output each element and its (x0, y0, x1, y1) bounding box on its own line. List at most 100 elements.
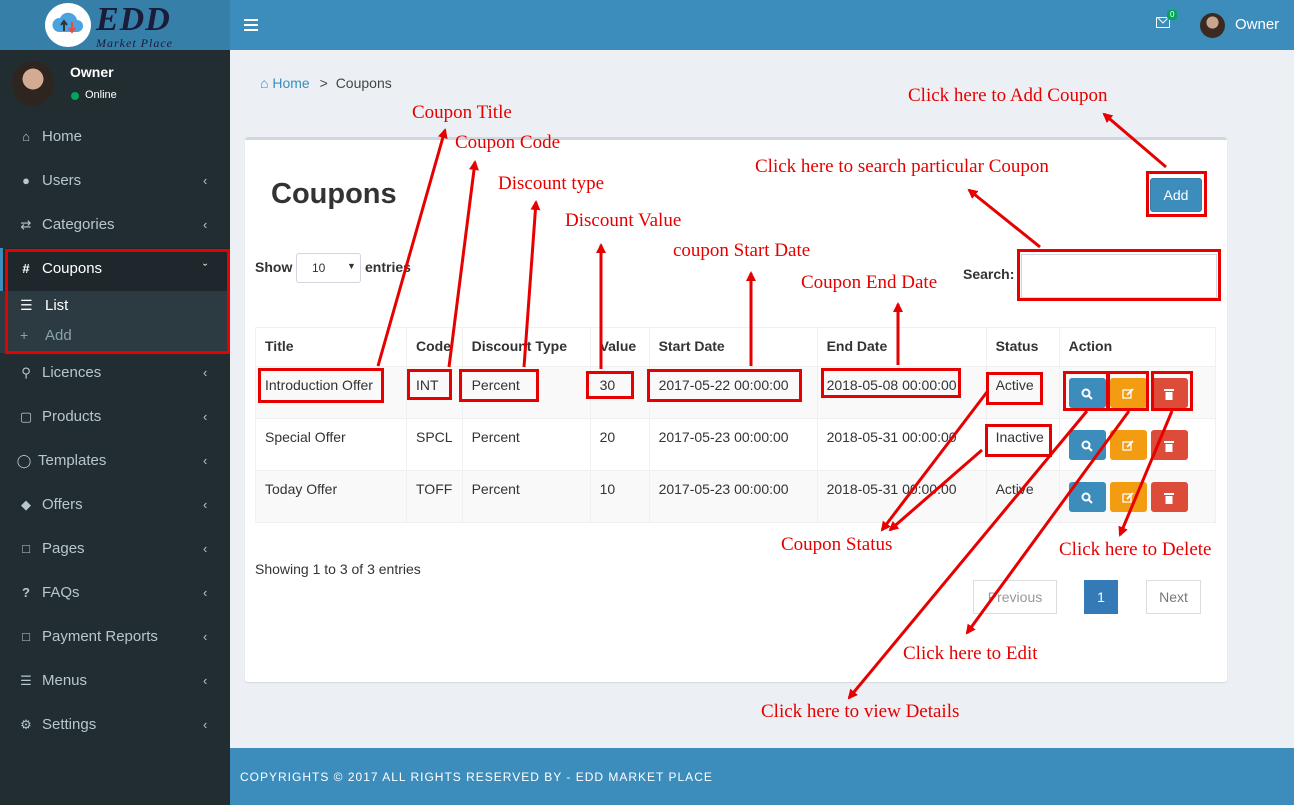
previous-page-button[interactable]: Previous (973, 580, 1057, 614)
annotation-box-view (1063, 371, 1109, 411)
annotation-edit: Click here to Edit (903, 643, 1038, 664)
view-button[interactable] (1068, 430, 1106, 460)
user-avatar[interactable] (1200, 13, 1225, 38)
bars-icon: ☰ (20, 673, 32, 688)
cell-actions (1058, 470, 1217, 523)
user-menu-name[interactable]: Owner (1235, 16, 1279, 33)
delete-button[interactable] (1150, 482, 1188, 512)
chevron-left-icon: ‹ (203, 409, 208, 424)
annotation-box-search (1017, 249, 1221, 301)
sidebar-item-offers[interactable]: ◆ Offers ‹ (0, 484, 230, 528)
chevron-left-icon: ‹ (203, 365, 208, 380)
chevron-left-icon: ‹ (203, 453, 208, 468)
edit-button[interactable] (1109, 430, 1147, 460)
annotation-search-coupon: Click here to search particular Coupon (755, 156, 1049, 177)
edit-icon (1122, 440, 1134, 451)
cell-end-date: 2018-05-31 00:00:00 (816, 470, 987, 523)
annotation-box-code (407, 369, 452, 400)
gear-icon: ⚙ (20, 717, 32, 732)
file-icon: □ (22, 541, 30, 556)
column-header-title[interactable]: Title (255, 327, 407, 367)
next-page-button[interactable]: Next (1146, 580, 1201, 614)
annotation-box-delete (1151, 371, 1193, 411)
breadcrumb-separator: > (319, 75, 328, 91)
search-icon (1081, 440, 1093, 453)
sidebar-item-home[interactable]: ⌂ Home (0, 116, 230, 160)
random-icon: ⇄ (20, 217, 32, 232)
annotation-delete: Click here to Delete (1059, 539, 1212, 560)
page-title: Coupons (271, 178, 397, 210)
column-header-end-date[interactable]: End Date (816, 327, 987, 367)
cell-actions (1058, 418, 1217, 471)
table-row: Today Offer TOFF Percent 10 2017-05-23 0… (255, 470, 1217, 523)
sidebar-item-faqs[interactable]: ? FAQs ‹ (0, 572, 230, 616)
sidebar-item-templates[interactable]: ◯ Templates ‹ (0, 440, 230, 484)
page-1-button[interactable]: 1 (1084, 580, 1118, 614)
user-panel: Owner Online (0, 50, 230, 120)
search-label: Search: (963, 266, 1015, 282)
tags-icon: ◆ (21, 497, 31, 512)
footer: COPYRIGHTS © 2017 ALL RIGHTS RESERVED BY… (230, 748, 1294, 805)
edit-button[interactable] (1109, 482, 1147, 512)
briefcase-icon: ▢ (19, 409, 33, 424)
sidebar-item-pages[interactable]: □ Pages ‹ (0, 528, 230, 572)
annotation-discount-value: Discount Value (565, 210, 682, 231)
cell-discount-type: Percent (461, 470, 591, 523)
sidebar-item-products[interactable]: ▢ Products ‹ (0, 396, 230, 440)
annotation-box-start (647, 369, 802, 402)
comment-icon: ◯ (16, 453, 32, 468)
column-header-status[interactable]: Status (985, 327, 1060, 367)
column-header-code[interactable]: Code (406, 327, 463, 367)
sidebar-item-settings[interactable]: ⚙ Settings ‹ (0, 704, 230, 748)
brand-logo[interactable]: EDD Market Place (0, 0, 230, 50)
sidebar-toggle-icon[interactable] (244, 16, 258, 34)
key-icon: ⚲ (21, 365, 31, 380)
chevron-left-icon: ‹ (203, 497, 208, 512)
column-header-start-date[interactable]: Start Date (648, 327, 818, 367)
annotation-box-type (459, 369, 539, 402)
column-header-discount-type[interactable]: Discount Type (461, 327, 591, 367)
avatar (12, 61, 54, 106)
table-row: Special Offer SPCL Percent 20 2017-05-23… (255, 418, 1217, 471)
chevron-left-icon: ‹ (203, 541, 208, 556)
breadcrumb-current: Coupons (335, 75, 392, 91)
page-size-select[interactable]: 10 ▼ (296, 253, 361, 283)
annotation-end-date: Coupon End Date (801, 272, 938, 293)
sidebar-item-label: Home (42, 128, 83, 145)
annotation-box-status-inactive (985, 424, 1052, 457)
brand-name: EDD (96, 1, 171, 38)
cell-start-date: 2017-05-23 00:00:00 (648, 418, 818, 471)
cell-title: Today Offer (255, 470, 407, 523)
caret-down-icon: ▼ (347, 261, 356, 271)
sidebar-item-categories[interactable]: ⇄ Categories ‹ (0, 204, 230, 248)
sidebar-user-name: Owner (70, 64, 114, 80)
delete-button[interactable] (1150, 430, 1188, 460)
sidebar-item-label: Menus (42, 672, 88, 689)
breadcrumb-home[interactable]: ⌂ Home (260, 75, 310, 91)
sidebar-item-label: Templates (38, 452, 107, 469)
sidebar-item-payment-reports[interactable]: □ Payment Reports ‹ (0, 616, 230, 660)
sidebar-item-menus[interactable]: ☰ Menus ‹ (0, 660, 230, 704)
breadcrumb: ⌂ Home > Coupons (260, 75, 392, 91)
sidebar-item-label: FAQs (42, 584, 80, 601)
mail-count-badge: 0 (1167, 10, 1178, 20)
annotation-box-title (258, 368, 384, 403)
column-header-value[interactable]: Value (589, 327, 650, 367)
cell-end-date: 2018-05-31 00:00:00 (816, 418, 987, 471)
coupons-table: Title Code Discount Type Value Start Dat… (255, 327, 1217, 523)
annotation-start-date: coupon Start Date (673, 240, 811, 261)
cell-discount-type: Percent (461, 418, 591, 471)
annotation-view: Click here to view Details (761, 701, 960, 722)
sidebar-item-label: Categories (42, 216, 115, 233)
chevron-left-icon: ‹ (203, 717, 208, 732)
online-status-text: Online (85, 89, 117, 101)
cloud-logo-icon (45, 3, 91, 47)
page-size-value: 10 (312, 261, 326, 275)
sidebar-item-licences[interactable]: ⚲ Licences ‹ (0, 352, 230, 396)
sidebar-item-users[interactable]: ● Users ‹ (0, 160, 230, 204)
annotation-box-coupons-menu (5, 249, 230, 354)
view-button[interactable] (1068, 482, 1106, 512)
annotation-box-status-active (986, 372, 1043, 405)
annotation-box-edit (1107, 371, 1149, 411)
cell-value: 20 (589, 418, 650, 471)
